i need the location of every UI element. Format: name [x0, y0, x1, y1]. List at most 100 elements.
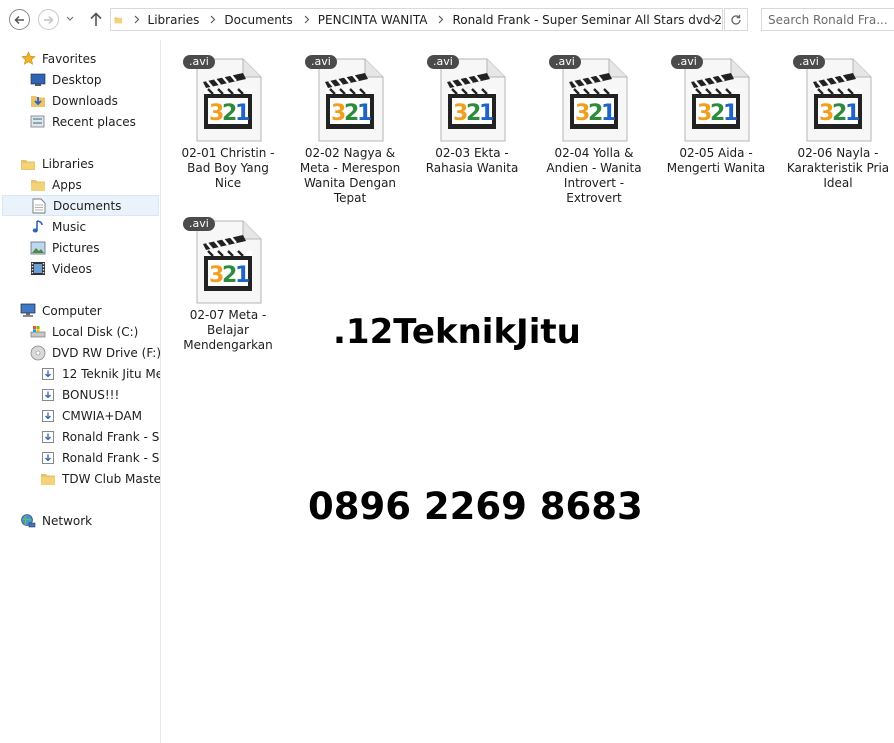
nav-label: Desktop: [52, 72, 102, 87]
star-icon: [20, 51, 36, 67]
search-box[interactable]: [761, 8, 894, 31]
file-view: 3 2 1 .avi 02-01 Christin - Bad Boy Yang…: [161, 40, 894, 743]
up-arrow-icon[interactable]: [89, 11, 103, 27]
file-tile[interactable]: 3 2 1 .avi 02-04 Yolla & Andien - Wanita…: [539, 48, 649, 206]
navigation-pane: Favorites Desktop Downloads Recent place…: [0, 40, 160, 743]
extension-badge: .avi: [549, 55, 581, 69]
nav-videos[interactable]: Videos: [30, 258, 92, 279]
file-name: 02-03 Ekta - Rahasia Wanita: [425, 146, 519, 175]
nav-network[interactable]: Network: [20, 510, 92, 531]
breadcrumb-separator-icon: [304, 15, 310, 24]
breadcrumb-libraries[interactable]: Libraries: [123, 12, 200, 27]
nav-dvd-drive[interactable]: DVD RW Drive (F:) TD: [30, 342, 160, 363]
nav-libraries[interactable]: Libraries: [20, 153, 94, 174]
breadcrumb-separator-icon: [210, 15, 216, 24]
breadcrumb-documents[interactable]: Documents: [199, 13, 293, 27]
svg-text:1: 1: [479, 101, 494, 126]
nav-label: Ronald Frank - Sup: [62, 450, 160, 465]
file-tile[interactable]: 3 2 1 .avi 02-02 Nagya & Meta - Merespon…: [295, 48, 405, 206]
nav-pictures[interactable]: Pictures: [30, 237, 100, 258]
nav-downloads[interactable]: Downloads: [30, 90, 118, 111]
nav-dvd-item-2[interactable]: BONUS!!!: [40, 384, 160, 405]
breadcrumb-separator-icon: [439, 15, 444, 24]
nav-recent-places[interactable]: Recent places: [30, 111, 136, 132]
breadcrumb-label: Ronald Frank - Super Seminar All Stars d…: [452, 12, 722, 27]
address-history-chevron-icon[interactable]: [709, 15, 718, 24]
nav-computer[interactable]: Computer: [20, 300, 102, 321]
download-arrow-icon: [40, 450, 56, 466]
avi-file-thumbnail: 3 2 1 .avi: [793, 48, 883, 142]
file-tile[interactable]: 3 2 1 .avi 02-01 Christin - Bad Boy Yang…: [173, 48, 283, 191]
pictures-icon: [30, 240, 46, 256]
nav-desktop[interactable]: Desktop: [30, 69, 102, 90]
back-arrow-icon: [14, 15, 24, 24]
nav-dvd-item-6[interactable]: TDW Club Mastery: [40, 468, 160, 489]
search-input[interactable]: [768, 10, 894, 29]
overlay-phone-text: 0896 2269 8683: [308, 485, 643, 528]
recent-locations-chevron-icon[interactable]: [65, 13, 75, 25]
breadcrumb-current-folder[interactable]: Ronald Frank - Super Seminar All Stars d…: [427, 13, 722, 27]
desktop-icon: [30, 72, 46, 88]
refresh-button[interactable]: [724, 8, 748, 31]
nav-dvd-item-4[interactable]: Ronald Frank - Sup: [40, 426, 160, 447]
nav-label: TDW Club Mastery: [62, 471, 160, 486]
extension-badge: .avi: [183, 55, 215, 69]
file-name: 02-05 Aida - Mengerti Wanita: [666, 146, 766, 175]
file-tile[interactable]: 3 2 1 .avi 02-06 Nayla - Karakteristik P…: [783, 48, 893, 191]
folder-icon: [40, 471, 56, 487]
videos-icon: [30, 261, 46, 277]
downloads-folder-icon: [30, 93, 46, 109]
back-button[interactable]: [9, 9, 30, 30]
extension-badge: .avi: [427, 55, 459, 69]
music-note-icon: [30, 219, 46, 235]
local-disk-icon: [30, 324, 46, 340]
breadcrumb-pencinta-wanita[interactable]: PENCINTA WANITA: [293, 13, 427, 27]
avi-file-thumbnail: 3 2 1 .avi: [549, 48, 639, 142]
nav-dvd-item-3[interactable]: CMWIA+DAM: [40, 405, 160, 426]
mpc-video-file-icon: 3 2 1: [440, 58, 506, 142]
extension-badge: .avi: [183, 217, 215, 231]
file-name: 02-07 Meta - Belajar Mendengarkan: [183, 308, 273, 352]
nav-label: Documents: [53, 198, 122, 213]
nav-label: Pictures: [52, 240, 100, 255]
nav-dvd-item-5[interactable]: Ronald Frank - Sup: [40, 447, 160, 468]
download-arrow-icon: [40, 408, 56, 424]
avi-file-thumbnail: 3 2 1 .avi: [183, 210, 273, 304]
nav-local-disk[interactable]: Local Disk (C:): [30, 321, 138, 342]
nav-favorites[interactable]: Favorites: [20, 48, 96, 69]
mpc-video-file-icon: 3 2 1: [562, 58, 628, 142]
file-name: 02-01 Christin - Bad Boy Yang Nice: [181, 146, 275, 190]
breadcrumb-separator-icon: [134, 15, 139, 24]
file-name: 02-04 Yolla & Andien - Wanita Introvert …: [546, 146, 642, 205]
nav-dvd-item-1[interactable]: 12 Teknik Jitu Men: [40, 363, 160, 384]
forward-arrow-icon: [44, 15, 54, 24]
file-tile[interactable]: 3 2 1 .avi 02-03 Ekta - Rahasia Wanita: [417, 48, 527, 176]
mpc-video-file-icon: 3 2 1: [806, 58, 872, 142]
address-toolbar: Libraries Documents PENCINTA WANITA Rona…: [0, 0, 894, 40]
file-tile[interactable]: 3 2 1 .avi 02-07 Meta - Belajar Mendenga…: [173, 210, 283, 353]
nav-label: Videos: [52, 261, 92, 276]
overlay-brand-text: .12TeknikJitu: [333, 312, 581, 352]
nav-label: Apps: [52, 177, 82, 192]
address-bar[interactable]: Libraries Documents PENCINTA WANITA Rona…: [110, 8, 723, 31]
file-tile[interactable]: 3 2 1 .avi 02-05 Aida - Mengerti Wanita: [661, 48, 771, 176]
forward-button[interactable]: [38, 9, 59, 30]
mpc-video-file-icon: 3 2 1: [318, 58, 384, 142]
nav-label: DVD RW Drive (F:) TD: [52, 345, 160, 360]
network-icon: [20, 513, 36, 529]
mpc-video-file-icon: 3 2 1: [196, 58, 262, 142]
avi-file-thumbnail: 3 2 1 .avi: [305, 48, 395, 142]
breadcrumb-label: Libraries: [147, 12, 200, 27]
nav-music[interactable]: Music: [30, 216, 86, 237]
svg-text:1: 1: [845, 101, 860, 126]
nav-apps[interactable]: Apps: [30, 174, 82, 195]
nav-documents[interactable]: Documents: [2, 195, 159, 216]
documents-icon: [31, 198, 47, 214]
nav-label: Network: [42, 513, 93, 528]
download-arrow-icon: [40, 387, 56, 403]
avi-file-thumbnail: 3 2 1 .avi: [183, 48, 273, 142]
nav-label: Libraries: [42, 156, 94, 171]
svg-text:1: 1: [357, 101, 372, 126]
nav-label: Favorites: [42, 51, 97, 66]
mpc-video-file-icon: 3 2 1: [684, 58, 750, 142]
